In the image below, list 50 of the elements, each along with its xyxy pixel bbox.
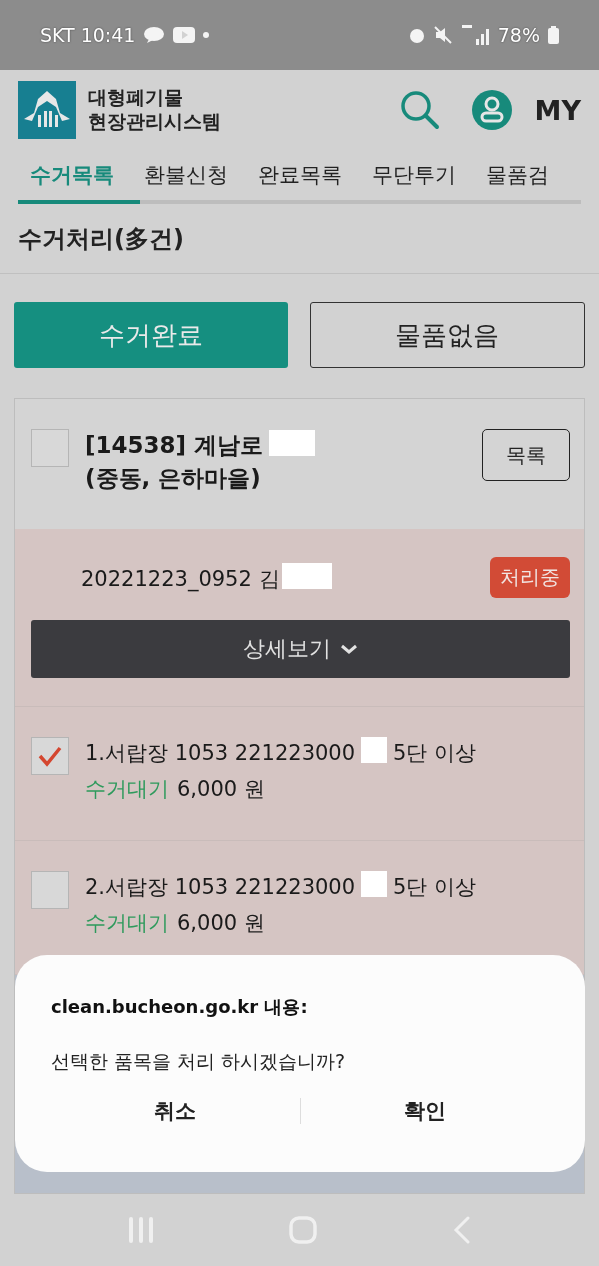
battery-percent: 78% [497,24,540,46]
page-title: 수거처리(多건) [0,204,599,274]
confirm-button[interactable]: 확인 [300,1085,549,1137]
checkbox[interactable] [31,429,69,467]
item-name: 2.서랍장 1053 221223000 [85,875,356,899]
search-icon[interactable] [398,89,441,131]
cancel-button[interactable]: 취소 [51,1085,300,1137]
chevron-down-icon [338,643,359,655]
dot-icon [203,32,210,38]
app-title: 대형폐기물 [88,86,184,110]
item-status: 수거대기 [85,911,169,935]
detail-button[interactable]: 상세보기 [31,620,570,678]
nav-tab[interactable]: 물품검 [486,161,549,189]
dialog-message: 선택한 품목을 처리 하시겠습니까? [51,1049,347,1074]
checkmark-icon [37,745,63,767]
item-size: 5단 이상 [393,741,477,765]
address-text: [14538] 계남로 [85,432,264,458]
list-button[interactable]: 목록 [482,429,570,481]
app-subtitle: 현장관리시스템 [88,110,222,134]
redaction-block [361,871,388,897]
address-area: (중동, 은하마을) [85,462,261,496]
status-badge: 처리중 [490,557,570,598]
logo-icon [18,81,76,139]
my-link[interactable]: MY [534,94,581,126]
user-icon[interactable] [470,89,513,131]
item-status: 수거대기 [85,777,169,801]
checkbox[interactable] [31,871,69,909]
redaction-block [269,430,316,456]
nav-tab[interactable]: 완료목록 [258,161,342,189]
item-price: 6,000 원 [177,777,265,801]
alarm-icon [407,26,426,44]
no-item-button[interactable]: 물품없음 [309,302,585,368]
item-price: 6,000 원 [177,911,265,935]
item-name: 1.서랍장 1053 221223000 [85,741,356,765]
nav-tab[interactable]: 무단투기 [372,161,456,189]
redaction-block [361,737,388,763]
nav-tab[interactable]: 환불신청 [144,161,228,189]
item-size: 5단 이상 [393,875,477,899]
checkbox[interactable] [31,737,69,775]
back-icon[interactable] [453,1216,472,1244]
battery-icon [548,26,559,44]
signal-icon [459,25,490,45]
home-icon[interactable] [289,1216,318,1244]
mute-icon [433,26,452,44]
play-icon [173,27,196,43]
order-number: 20221223_0952 김 [81,562,490,593]
dialog-origin: clean.bucheon.go.kr 내용: [51,995,309,1019]
status-carrier-time: SKT 10:41 [40,24,136,46]
recent-apps-icon[interactable] [127,1216,154,1244]
chat-icon [143,26,166,44]
